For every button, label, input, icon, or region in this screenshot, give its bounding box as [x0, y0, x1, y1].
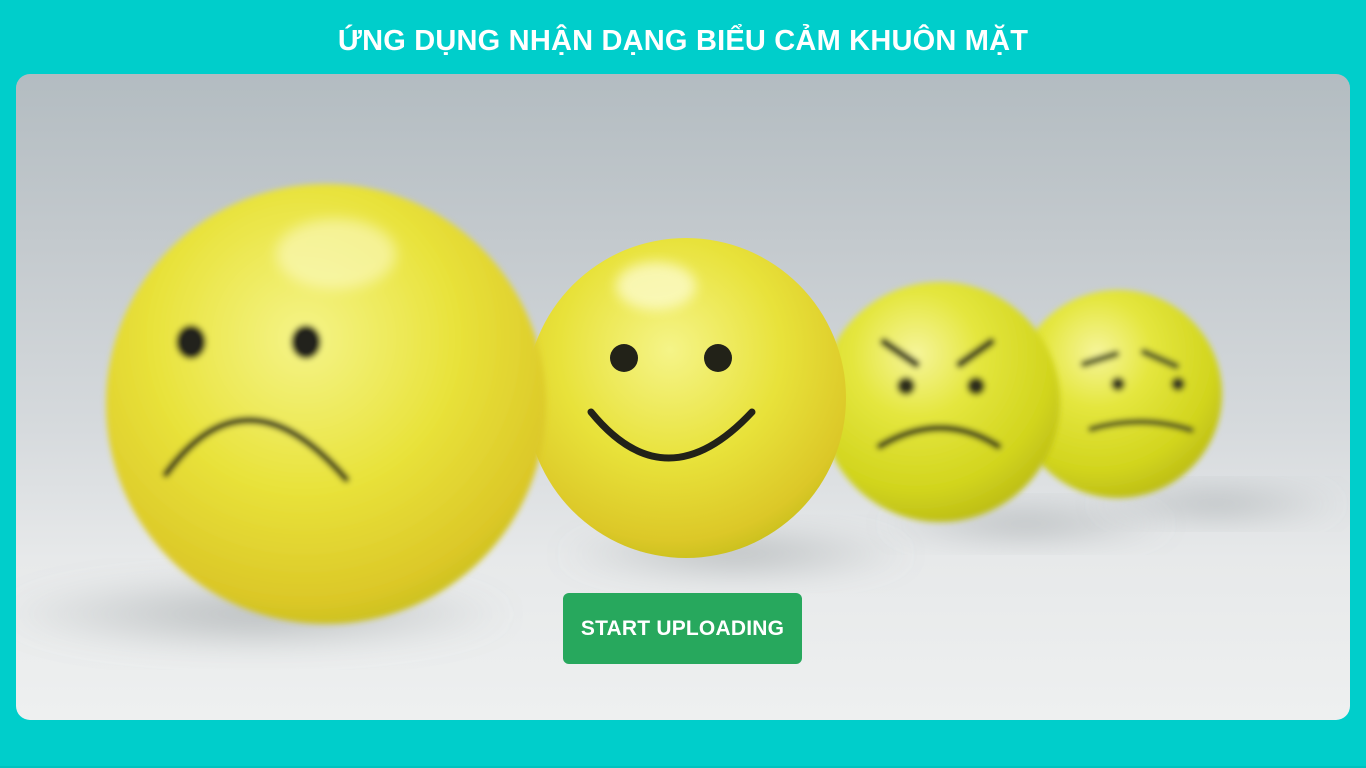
hero-image: START UPLOADING [16, 74, 1350, 720]
page-title: ỨNG DỤNG NHẬN DẠNG BIỂU CẢM KHUÔN MẶT [337, 25, 1029, 57]
app-root: ỨNG DỤNG NHẬN DẠNG BIỂU CẢM KHUÔN MẶT ST… [0, 0, 1366, 768]
angry-face [820, 282, 1060, 522]
happy-face [526, 238, 846, 558]
sad-face [106, 184, 546, 624]
start-uploading-button[interactable]: START UPLOADING [563, 593, 802, 664]
